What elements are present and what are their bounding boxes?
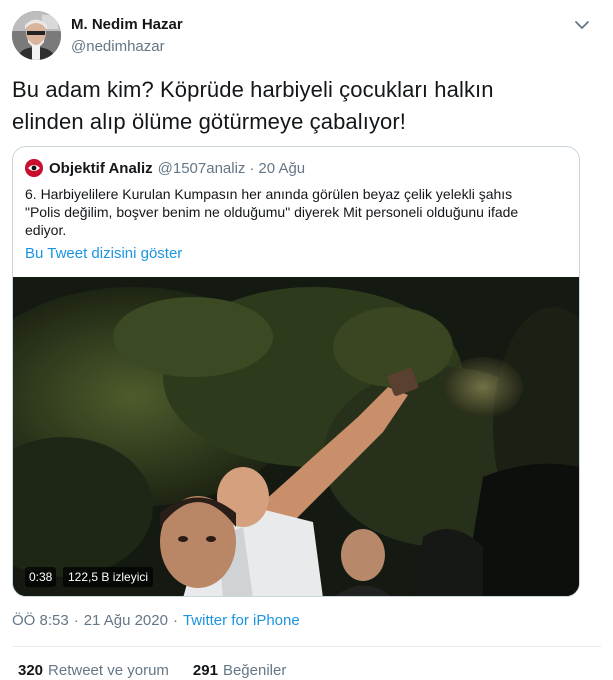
objektif-analiz-logo[interactable]	[25, 159, 43, 177]
author-name[interactable]: M. Nedim Hazar	[71, 15, 183, 34]
retweets-label: Retweet ve yorum	[48, 662, 169, 679]
quoted-author-handle[interactable]: @1507analiz	[158, 160, 246, 177]
show-thread-link[interactable]: Bu Tweet dizisini göster	[25, 245, 182, 262]
video-frame	[13, 277, 579, 596]
quoted-text: 6. Harbiyelilere Kurulan Kumpasın her an…	[25, 185, 565, 239]
tweet-date[interactable]: 21 Ağu 2020	[84, 612, 168, 629]
video-duration: 0:38	[25, 567, 57, 587]
tweet-time[interactable]: ÖÖ 8:53	[12, 612, 69, 629]
quoted-text-line: "Polis değilim, boşver benim ne olduğumu…	[25, 204, 519, 220]
chevron-down-icon[interactable]	[573, 16, 591, 34]
tweet-card: M. Nedim Hazar @nedimhazar Bu adam kim? …	[0, 0, 613, 680]
quoted-text-line: ediyor.	[25, 222, 67, 238]
tweet-stats: 320 Retweet ve yorum 291 Beğeniler	[18, 662, 310, 679]
tweet-meta: ÖÖ 8:53 · 21 Ağu 2020 · Twitter for iPho…	[12, 612, 300, 629]
author-avatar[interactable]	[12, 11, 61, 60]
tweet-source-link[interactable]: Twitter for iPhone	[183, 612, 300, 629]
separator-dot: ·	[73, 612, 79, 629]
quoted-author-name[interactable]: Objektif Analiz	[49, 160, 153, 177]
quoted-text-line: 6. Harbiyelilere Kurulan Kumpasın her an…	[25, 186, 513, 202]
likes-label: Beğeniler	[222, 662, 287, 679]
likes-count: 291	[192, 662, 218, 679]
likes-stat[interactable]: 291 Beğeniler	[193, 662, 286, 679]
video-player[interactable]: 0:38 122,5 B izleyici	[13, 277, 579, 596]
tweet-text: Bu adam kim? Köprüde harbiyeli çocukları…	[12, 74, 602, 138]
quoted-tweet[interactable]: Objektif Analiz @1507analiz · 20 Ağu 6. …	[12, 146, 580, 597]
retweets-stat[interactable]: 320 Retweet ve yorum	[18, 662, 169, 679]
video-views: 122,5 B izleyici	[63, 567, 154, 587]
separator-dot: ·	[172, 612, 178, 629]
retweets-count: 320	[18, 662, 44, 679]
quoted-date[interactable]: 20 Ağu	[258, 160, 305, 177]
author-info[interactable]: M. Nedim Hazar @nedimhazar	[71, 15, 183, 56]
quoted-tweet-header: Objektif Analiz @1507analiz · 20 Ağu	[25, 159, 305, 177]
author-handle[interactable]: @nedimhazar	[71, 37, 183, 56]
divider	[12, 646, 601, 647]
tweet-text-line: Bu adam kim? Köprüde harbiyeli çocukları…	[12, 77, 494, 102]
tweet-text-line: elinden alıp ölüme götürmeye çabalıyor!	[12, 109, 407, 134]
separator-dot: ·	[249, 159, 255, 177]
